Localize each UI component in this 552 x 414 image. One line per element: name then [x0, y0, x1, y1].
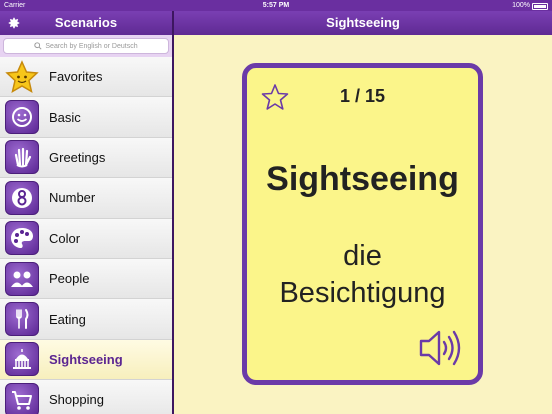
card-counter: 1 / 15: [339, 86, 386, 106]
sidebar-item-label: Shopping: [49, 392, 104, 408]
english-word: Sightseeing: [266, 160, 459, 198]
detail-title: Sightseeing: [174, 11, 552, 35]
sidebar-item-sightseeing[interactable]: Sightseeing: [0, 339, 172, 381]
sidebar-item-shopping[interactable]: Shopping: [0, 380, 172, 414]
detail-pane: Sightseeing 1 / 15 Sightseeing die Besic…: [174, 11, 552, 414]
sidebar-item-label: Basic: [49, 109, 81, 125]
sidebar-header: Scenarios: [0, 11, 172, 35]
shopping-cart-icon: [5, 382, 39, 414]
number-eight-icon: [5, 180, 39, 215]
german-translation: die Besichtigung: [247, 238, 478, 312]
sidebar-item-favorites[interactable]: Favorites: [0, 57, 172, 98]
capitol-building-icon: [5, 342, 39, 377]
sidebar-item-people[interactable]: People: [0, 258, 172, 300]
german-article: die: [343, 240, 382, 272]
sidebar-item-label: Number: [49, 190, 96, 206]
sidebar-item-color[interactable]: Color: [0, 218, 172, 259]
search-placeholder: Search by English or Deutsch: [45, 42, 138, 50]
flashcard[interactable]: 1 / 15 Sightseeing die Besichtigung: [242, 63, 483, 385]
people-group-icon: [5, 261, 39, 296]
search-area: Search by English or Deutsch: [0, 35, 172, 57]
sidebar-item-label: Eating: [49, 311, 86, 327]
sidebar-item-label: Sightseeing: [49, 351, 123, 367]
status-bar: Carrier 5:57 PM 100%: [0, 0, 552, 11]
german-word: Besichtigung: [279, 277, 446, 309]
battery-indicator: 100%: [512, 0, 548, 11]
sidebar-item-label: People: [49, 271, 90, 287]
sidebar-item-eating[interactable]: Eating: [0, 299, 172, 340]
sidebar-item-basic[interactable]: Basic: [0, 97, 172, 138]
sidebar-item-label: Favorites: [49, 69, 103, 85]
sidebar-title: Scenarios: [54, 15, 118, 30]
sidebar-item-label: Greetings: [49, 149, 106, 165]
smiley-face-icon: [5, 100, 39, 135]
sidebar-item-label: Color: [49, 230, 81, 246]
fork-knife-icon: [5, 302, 39, 337]
favorites-star-icon: [5, 59, 39, 94]
waving-hand-icon: [5, 140, 39, 175]
speaker-icon[interactable]: [418, 328, 464, 368]
sidebar-item-number[interactable]: Number: [0, 178, 172, 219]
search-icon: [34, 42, 42, 50]
scenario-list: Favorites Basic Greetings Number Color P…: [0, 57, 172, 414]
battery-icon: [532, 3, 548, 10]
paint-palette-icon: [5, 221, 39, 256]
search-input[interactable]: Search by English or Deutsch: [3, 38, 169, 54]
sidebar-item-greetings[interactable]: Greetings: [0, 137, 172, 179]
battery-percent: 100%: [512, 2, 530, 9]
status-time: 5:57 PM: [262, 2, 290, 9]
